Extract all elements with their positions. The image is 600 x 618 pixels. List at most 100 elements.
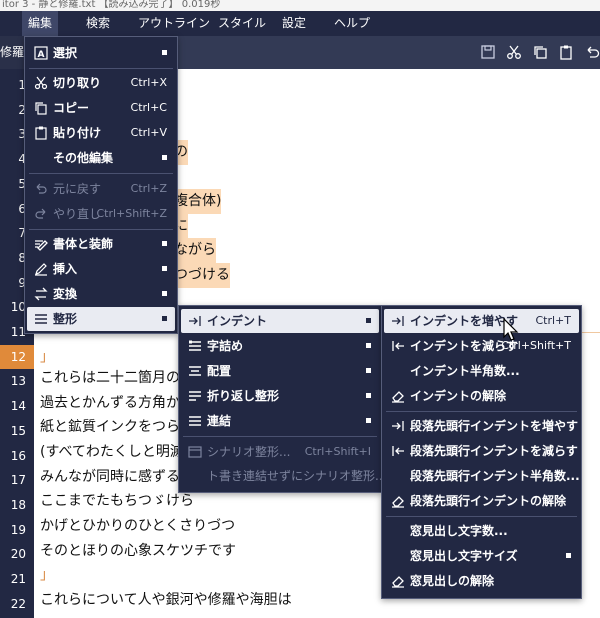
menu-item-scenario-format[interactable]: シナリオ整形... Ctrl+Shift+I bbox=[181, 440, 379, 464]
submenu-arrow-icon bbox=[162, 266, 167, 271]
line-number: 10 bbox=[10, 300, 26, 315]
line-number: 21 bbox=[10, 572, 26, 586]
menu-item-window-heading-chars[interactable]: 窓見出し文字数... bbox=[384, 519, 579, 543]
menu-separator bbox=[29, 68, 173, 69]
submenu-arrow-icon bbox=[366, 393, 371, 398]
text-line: みんなが同時に感ずる bbox=[40, 469, 180, 485]
paste-icon[interactable] bbox=[558, 44, 574, 60]
line-number: 15 bbox=[10, 423, 26, 438]
menu-item-convert[interactable]: 変換 bbox=[27, 282, 175, 306]
menu-bar: 編集 検索 アウトライン スタイル 設定 ヘルプ bbox=[0, 11, 600, 36]
copy-icon[interactable] bbox=[532, 44, 548, 60]
menu-style[interactable]: スタイル bbox=[212, 11, 272, 36]
text-line: これらは二十二箇月の bbox=[40, 370, 180, 386]
format-submenu: インデント 字詰め 配置 折り返し整形 連結 シナリオ整形... Ctrl+Shi… bbox=[178, 305, 386, 493]
submenu-arrow-icon bbox=[566, 553, 571, 558]
scenario-icon bbox=[188, 446, 202, 458]
line-number: 6 bbox=[18, 201, 26, 216]
menu-item-indent[interactable]: インデント bbox=[181, 309, 379, 333]
menu-item-paste[interactable]: 貼り付け Ctrl+V bbox=[27, 121, 175, 145]
submenu-arrow-icon bbox=[366, 343, 371, 348]
menu-item-scenario-no-join[interactable]: ト書き連結せずにシナリオ整形... bbox=[181, 464, 386, 488]
line-number: 8 bbox=[18, 250, 26, 265]
menu-settings[interactable]: 設定 bbox=[276, 11, 312, 36]
text-line: ここまでたもちつゞけら bbox=[40, 493, 194, 509]
join-icon bbox=[189, 416, 201, 426]
menu-item-format[interactable]: 整形 bbox=[27, 307, 175, 331]
submenu-arrow-icon bbox=[162, 241, 167, 246]
menu-separator bbox=[183, 436, 377, 437]
text-line: そのとほりの心象スケツチです bbox=[40, 543, 236, 559]
text-line: つづける bbox=[174, 263, 230, 288]
menu-item-typeface-decoration[interactable]: 書体と装飾 bbox=[27, 232, 175, 256]
mouse-pointer-icon bbox=[503, 318, 519, 341]
submenu-arrow-icon bbox=[162, 316, 167, 321]
menu-item-para-indent-increase[interactable]: 段落先頭行インデントを増やす bbox=[384, 414, 579, 438]
save-icon[interactable] bbox=[480, 44, 496, 60]
copy-icon bbox=[35, 102, 47, 115]
swap-icon bbox=[34, 287, 48, 301]
menu-item-indent-increase[interactable]: インデントを増やす Ctrl+T bbox=[384, 309, 579, 333]
menu-item-para-indent-decrease[interactable]: 段落先頭行インデントを減らす bbox=[384, 439, 579, 463]
format-brush-icon bbox=[35, 240, 48, 251]
scissors-icon[interactable] bbox=[506, 44, 522, 60]
document-tab[interactable]: 修羅 bbox=[0, 36, 26, 69]
undo-icon[interactable] bbox=[584, 44, 600, 60]
line-number: 1 bbox=[18, 78, 26, 92]
indent-increase-icon bbox=[392, 421, 404, 431]
menu-item-window-heading-clear[interactable]: 窓見出しの解除 bbox=[384, 569, 579, 593]
menu-item-indent-decrease[interactable]: インデントを減らす Ctrl+Shift+T bbox=[384, 334, 579, 358]
text-line: ながら bbox=[174, 238, 216, 263]
undo-icon bbox=[36, 183, 47, 194]
line-number: 22 bbox=[10, 596, 26, 611]
menu-item-redo[interactable]: やり直し Ctrl+Shift+Z bbox=[27, 202, 175, 226]
menu-separator bbox=[29, 173, 173, 174]
menu-item-justify[interactable]: 字詰め bbox=[181, 334, 379, 358]
align-icon bbox=[189, 366, 201, 376]
menu-item-other-edit[interactable]: その他編集 bbox=[27, 146, 175, 170]
line-number: 20 bbox=[10, 547, 26, 562]
menu-file-partial[interactable] bbox=[0, 11, 10, 36]
menu-item-window-heading-size[interactable]: 窓見出し文字サイズ bbox=[384, 544, 579, 568]
line-number: 5 bbox=[18, 176, 26, 191]
indent-increase-icon bbox=[392, 316, 404, 326]
svg-text:A: A bbox=[38, 50, 45, 60]
menu-item-para-indent-clear[interactable]: 段落先頭行インデントの解除 bbox=[384, 489, 579, 513]
line-number: 4 bbox=[18, 152, 26, 167]
menu-outline[interactable]: アウトライン bbox=[132, 11, 216, 36]
menu-item-cut[interactable]: 切り取り Ctrl+X bbox=[27, 71, 175, 95]
menu-item-align[interactable]: 配置 bbox=[181, 359, 379, 383]
submenu-arrow-icon bbox=[162, 50, 167, 55]
line-number: 2 bbox=[18, 102, 26, 117]
indent-submenu: インデントを増やす Ctrl+T インデントを減らす Ctrl+Shift+T イン… bbox=[381, 305, 582, 599]
text-line: かげとひかりのひとくさりづつ bbox=[40, 518, 236, 534]
line-number: 13 bbox=[10, 374, 26, 389]
menu-separator bbox=[386, 516, 577, 517]
edit-menu: A 選択 切り取り Ctrl+X コピー Ctrl+C 貼り付け Ctrl+V その他… bbox=[24, 36, 178, 334]
line-number: 3 bbox=[18, 127, 26, 142]
text-line: 過去とかんずる方角から bbox=[40, 395, 194, 411]
window-title: itor 3 - 静と修羅.txt 【読み込み完了】 0.019秒 bbox=[0, 0, 600, 11]
menu-item-wrap-format[interactable]: 折り返し整形 bbox=[181, 384, 379, 408]
menu-search[interactable]: 検索 bbox=[80, 11, 116, 36]
eraser-icon bbox=[392, 576, 404, 588]
indent-decrease-icon bbox=[392, 341, 404, 351]
menu-item-indent-clear[interactable]: インデントの解除 bbox=[384, 384, 579, 408]
menu-item-select[interactable]: A 選択 bbox=[27, 41, 175, 65]
menu-item-insert[interactable]: 挿入 bbox=[27, 257, 175, 281]
menu-help[interactable]: ヘルプ bbox=[328, 11, 376, 36]
menu-item-copy[interactable]: コピー Ctrl+C bbox=[27, 96, 175, 120]
menu-item-join[interactable]: 連結 bbox=[181, 409, 379, 433]
line-number: 16 bbox=[10, 448, 26, 463]
menu-item-undo[interactable]: 元に戻す Ctrl+Z bbox=[27, 177, 175, 201]
menu-item-para-indent-halfwidth[interactable]: 段落先頭行インデント半角数... bbox=[384, 464, 580, 488]
text-line: 複合体) bbox=[174, 189, 222, 214]
line-number: 19 bbox=[10, 522, 26, 537]
eraser-icon bbox=[392, 496, 404, 508]
indent-decrease-icon bbox=[392, 446, 404, 456]
submenu-arrow-icon bbox=[162, 155, 167, 160]
menu-item-indent-halfwidth[interactable]: インデント半角数... bbox=[384, 359, 579, 383]
text-line: これらについて人や銀河や修羅や海胆は bbox=[40, 592, 292, 608]
menu-separator bbox=[29, 229, 173, 230]
menu-edit[interactable]: 編集 bbox=[22, 11, 59, 36]
